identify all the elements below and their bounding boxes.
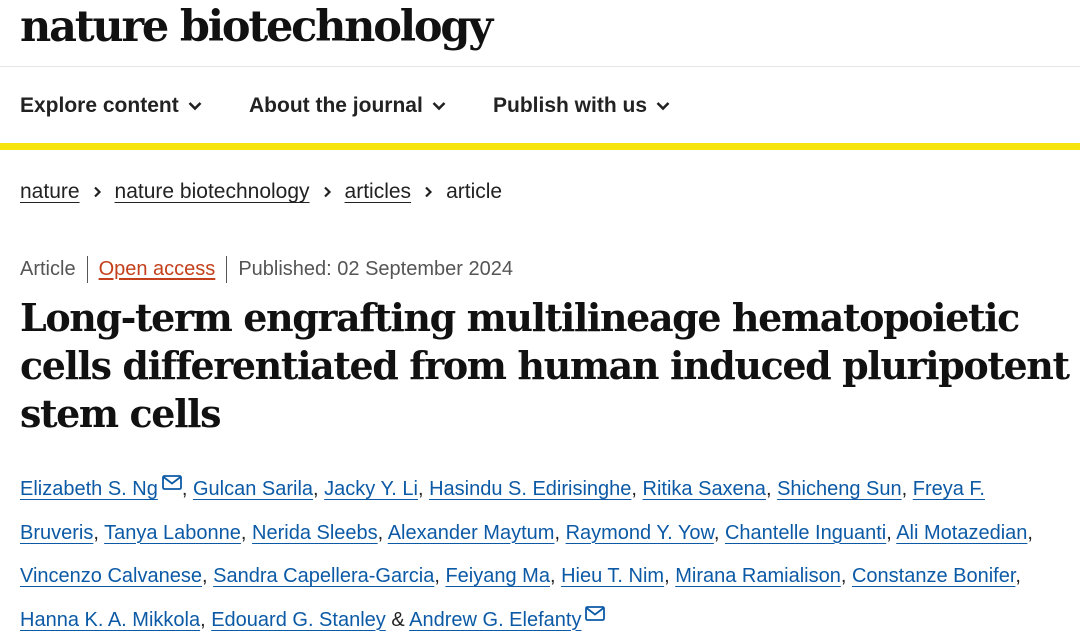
author-link[interactable]: Jacky Y. Li bbox=[324, 478, 418, 500]
nav-label: About the journal bbox=[249, 94, 423, 117]
chevron-right-icon bbox=[93, 186, 101, 198]
article-title: Long-term engrafting multilineage hemato… bbox=[20, 295, 1070, 436]
author-link[interactable]: Edouard G. Stanley bbox=[211, 609, 386, 631]
nav-explore-content[interactable]: Explore content bbox=[20, 93, 202, 119]
author-link[interactable]: Feiyang Ma bbox=[445, 565, 550, 587]
chevron-right-icon bbox=[323, 186, 331, 198]
chevron-right-icon bbox=[425, 186, 433, 198]
breadcrumb-nature[interactable]: nature bbox=[20, 180, 80, 204]
author-link[interactable]: Alexander Maytum bbox=[388, 522, 555, 544]
meta-divider bbox=[86, 255, 88, 283]
breadcrumb-nature-biotechnology[interactable]: nature biotechnology bbox=[115, 180, 310, 204]
author-link[interactable]: Mirana Ramialison bbox=[675, 565, 841, 587]
main-nav: Explore content About the journal Publis… bbox=[0, 68, 1080, 143]
breadcrumb: nature nature biotechnology articles art… bbox=[20, 178, 502, 206]
author-link[interactable]: Shicheng Sun bbox=[777, 478, 902, 500]
meta-divider bbox=[226, 255, 228, 283]
breadcrumb-current: article bbox=[446, 180, 503, 203]
breadcrumb-articles[interactable]: articles bbox=[345, 180, 412, 204]
nav-label: Publish with us bbox=[493, 94, 648, 117]
author-link[interactable]: Elizabeth S. Ng bbox=[20, 478, 158, 500]
journal-logo[interactable]: nature biotechnology bbox=[20, 1, 493, 53]
author-link[interactable]: Chantelle Inguanti bbox=[725, 522, 886, 544]
article-meta: Article Open access Published: 02 Septem… bbox=[20, 255, 513, 283]
author-link[interactable]: Ali Motazedian bbox=[896, 522, 1027, 544]
author-link[interactable]: Ritika Saxena bbox=[643, 478, 766, 500]
author-link[interactable]: Hieu T. Nim bbox=[561, 565, 664, 587]
mail-icon[interactable] bbox=[161, 475, 182, 490]
author-link[interactable]: Raymond Y. Yow bbox=[566, 522, 714, 544]
open-access-link[interactable]: Open access bbox=[99, 258, 216, 281]
article-type: Article bbox=[20, 257, 76, 280]
published-date: Published: 02 September 2024 bbox=[238, 257, 513, 280]
author-link[interactable]: Tanya Labonne bbox=[104, 522, 241, 544]
author-link[interactable]: Gulcan Sarila bbox=[193, 478, 313, 500]
mail-icon[interactable] bbox=[585, 605, 606, 621]
nav-publish-with-us[interactable]: Publish with us bbox=[493, 93, 670, 119]
accent-divider bbox=[0, 143, 1080, 150]
nav-about-journal[interactable]: About the journal bbox=[249, 93, 446, 119]
nav-label: Explore content bbox=[20, 94, 179, 117]
author-link[interactable]: Vincenzo Calvanese bbox=[20, 565, 202, 587]
author-link[interactable]: Nerida Sleebs bbox=[252, 522, 378, 544]
author-link[interactable]: Sandra Capellera-Garcia bbox=[213, 565, 434, 587]
author-link[interactable]: Andrew G. Elefanty bbox=[409, 609, 581, 631]
author-link[interactable]: Hanna K. A. Mikkola bbox=[20, 609, 200, 631]
author-list: Elizabeth S. Ng, Gulcan Sarila, Jacky Y.… bbox=[20, 468, 1065, 642]
chevron-down-icon bbox=[656, 102, 670, 111]
author-link[interactable]: Constanze Bonifer bbox=[852, 565, 1015, 587]
chevron-down-icon bbox=[188, 102, 202, 111]
author-link[interactable]: Hasindu S. Edirisinghe bbox=[429, 478, 631, 500]
site-header: nature biotechnology bbox=[0, 0, 1080, 67]
chevron-down-icon bbox=[432, 102, 446, 111]
